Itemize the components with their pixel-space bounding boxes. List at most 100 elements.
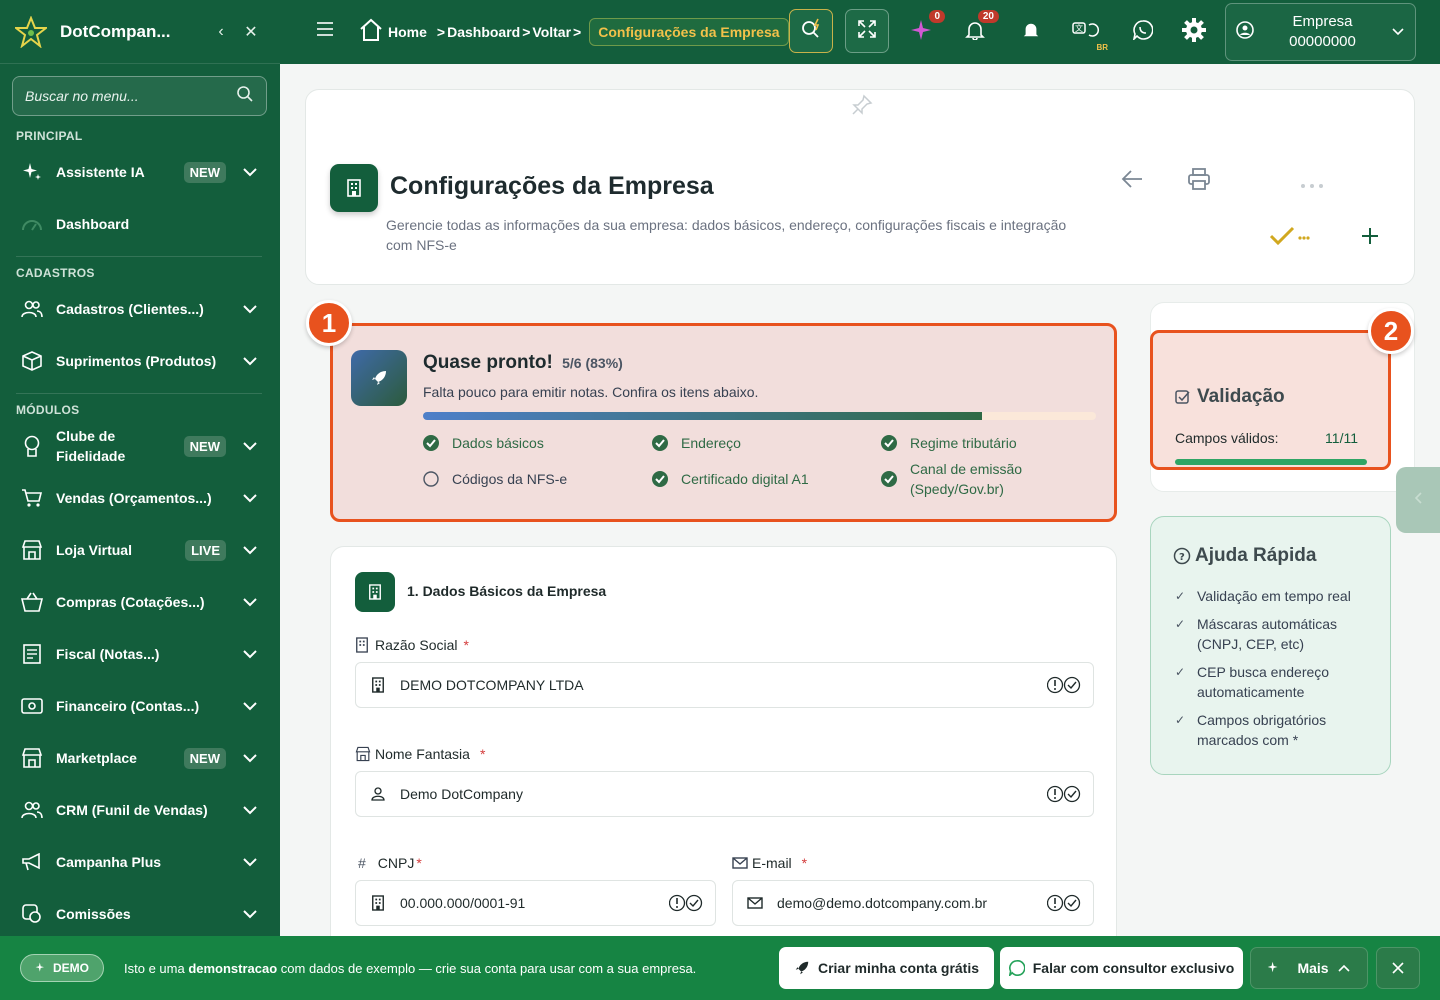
print-icon[interactable] <box>1187 168 1211 195</box>
create-account-button[interactable]: Criar minha conta grátis <box>779 947 994 989</box>
label-text: CNPJ <box>377 855 415 871</box>
page-description: Gerencie todas as informações da sua emp… <box>386 217 1067 253</box>
sidebar-item-cadastros[interactable]: Cadastros (Clientes...) <box>0 287 280 331</box>
consultant-button[interactable]: Falar com consultor exclusivo <box>1000 947 1243 989</box>
sidebar: DotCompan... ‹ ✕ PRINCIPAL Assistente IA… <box>0 0 280 1000</box>
check-pending-icon[interactable] <box>1269 225 1311 252</box>
close-banner-button[interactable] <box>1376 947 1420 989</box>
validation-card: Validação Campos válidos: 11/11 <box>1150 330 1391 470</box>
email-input[interactable] <box>777 895 1047 911</box>
sidebar-item-vendas[interactable]: Vendas (Orçamentos...) <box>0 476 280 520</box>
building-icon <box>368 675 388 695</box>
check-icon: ✓ <box>1175 617 1186 631</box>
breadcrumb-home[interactable]: Home <box>388 24 427 40</box>
cnpj-input[interactable] <box>400 895 669 911</box>
building-icon <box>356 637 368 653</box>
company-selector[interactable]: Empresa 00000000 <box>1225 3 1416 61</box>
whatsapp-button[interactable] <box>1129 18 1157 46</box>
close-icon <box>1392 962 1404 974</box>
chevron-up-icon <box>1337 964 1350 972</box>
language-button[interactable]: 文 BR <box>1070 18 1108 52</box>
whatsapp-icon <box>1008 960 1025 976</box>
ai-sparkle-button[interactable]: 0 <box>907 10 945 46</box>
alerts-button[interactable] <box>1017 18 1045 46</box>
svg-text:文: 文 <box>1075 23 1083 33</box>
menu-search-input[interactable] <box>25 88 236 104</box>
page-title: Configurações da Empresa <box>390 172 714 200</box>
add-icon[interactable] <box>1360 226 1380 251</box>
sidebar-item-financeiro[interactable]: Financeiro (Contas...) <box>0 684 280 728</box>
sidebar-item-crm[interactable]: CRM (Funil de Vendas) <box>0 788 280 832</box>
divider <box>16 256 262 257</box>
new-badge: NEW <box>183 161 226 183</box>
more-options-icon[interactable] <box>1300 176 1324 194</box>
nome-fantasia-input[interactable] <box>400 786 1047 802</box>
sparkles-icon <box>35 962 44 972</box>
settings-button[interactable] <box>1180 17 1208 46</box>
validation-title-row: Validação <box>1175 386 1285 408</box>
sidebar-item-loja-virtual[interactable]: Loja Virtual LIVE <box>0 528 280 572</box>
sidebar-item-clube-fidelidade[interactable]: Clube de Fidelidade NEW <box>0 424 280 468</box>
sidebar-item-label: Campanha Plus <box>56 854 162 870</box>
razao-social-input[interactable] <box>400 677 1047 693</box>
banner-text-suffix: com dados de exemplo — crie sua conta pa… <box>277 961 697 976</box>
label-text: Razão Social <box>375 637 458 653</box>
pin-icon[interactable] <box>851 94 873 121</box>
demo-badge-label: DEMO <box>53 961 89 975</box>
breadcrumb-dashboard[interactable]: Dashboard <box>447 24 520 40</box>
notifications-button[interactable]: 20 <box>961 10 999 46</box>
sparkles-icon <box>1268 961 1278 973</box>
breadcrumb-current: Configurações da Empresa <box>589 17 789 46</box>
hash-icon: # <box>358 855 366 871</box>
sidebar-item-dashboard[interactable]: Dashboard <box>0 202 280 246</box>
sparkle-count-badge: 0 <box>929 10 945 23</box>
side-panel-toggle[interactable] <box>1396 467 1440 533</box>
sidebar-item-compras[interactable]: Compras (Cotações...) <box>0 580 280 624</box>
progress-subtitle: Falta pouco para emitir notas. Confira o… <box>423 384 759 400</box>
language-code: BR <box>1096 43 1108 52</box>
checklist-item: Canal de emissão (Spedy/Gov.br) <box>881 459 1041 499</box>
search-button[interactable] <box>789 9 833 53</box>
more-button[interactable]: Mais <box>1250 947 1368 989</box>
users-icon <box>20 798 44 822</box>
svg-text:?: ? <box>1179 552 1185 563</box>
store-icon <box>355 746 371 762</box>
more-label: Mais <box>1297 960 1329 976</box>
sidebar-item-label: CRM (Funil de Vendas) <box>56 802 208 818</box>
sidebar-item-label: Comissões <box>56 906 131 922</box>
breadcrumb: Home > Dashboard > Voltar > Configuraçõe… <box>358 17 789 46</box>
new-badge: NEW <box>183 435 226 457</box>
sidebar-item-comissoes[interactable]: Comissões <box>0 892 280 936</box>
breadcrumb-voltar[interactable]: Voltar <box>532 24 571 40</box>
sidebar-item-fiscal[interactable]: Fiscal (Notas...) <box>0 632 280 676</box>
validation-title: Validação <box>1197 386 1285 407</box>
logo-star-icon[interactable] <box>14 15 48 49</box>
chevron-down-icon <box>240 857 260 867</box>
checklist-item-label: Certificado digital A1 <box>681 471 809 487</box>
question-circle-icon: ? <box>1173 547 1191 565</box>
back-arrow-icon[interactable] <box>1121 169 1143 194</box>
collapse-sidebar-icon[interactable]: ‹ <box>206 23 236 41</box>
sidebar-item-marketplace[interactable]: Marketplace NEW <box>0 736 280 780</box>
sidebar-header: DotCompan... ‹ ✕ <box>0 0 280 64</box>
company-basic-data-card: 1. Dados Básicos da Empresa Razão Social… <box>330 546 1117 966</box>
building-icon <box>355 572 395 612</box>
bell-filled-icon <box>1022 21 1040 44</box>
checklist-item-label: Canal de emissão (Spedy/Gov.br) <box>910 461 1023 497</box>
user-circle-icon <box>1236 20 1254 44</box>
help-item: ✓ Máscaras automáticas (CNPJ, CEP, etc) <box>1175 614 1375 654</box>
cnpj-label: # CNPJ * <box>358 855 422 871</box>
hamburger-menu-icon[interactable] <box>316 22 334 36</box>
sidebar-item-assistente-ia[interactable]: Assistente IA NEW <box>0 150 280 194</box>
sidebar-item-suprimentos[interactable]: Suprimentos (Produtos) <box>0 339 280 383</box>
close-sidebar-icon[interactable]: ✕ <box>236 22 266 42</box>
sidebar-item-campanha-plus[interactable]: Campanha Plus <box>0 840 280 884</box>
sparkles-icon <box>20 160 44 184</box>
expand-icon <box>857 19 877 44</box>
fullscreen-button[interactable] <box>845 9 889 53</box>
chevron-down-icon <box>240 701 260 711</box>
mail-icon <box>732 857 748 869</box>
search-icon[interactable] <box>236 85 254 108</box>
home-icon[interactable] <box>358 17 384 46</box>
chevron-down-icon <box>240 545 260 555</box>
